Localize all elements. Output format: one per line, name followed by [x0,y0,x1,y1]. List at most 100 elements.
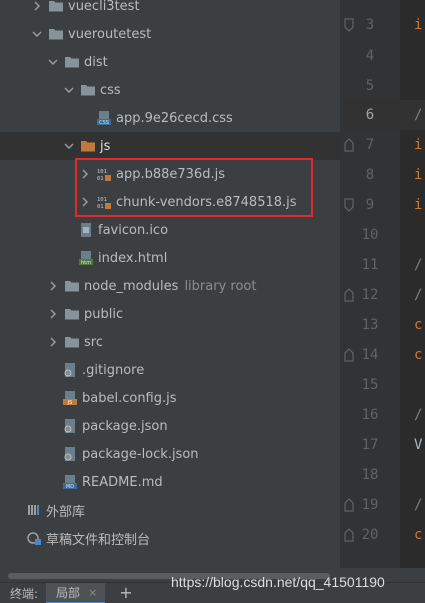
js-file-icon: JS [62,390,78,406]
code-line: c [414,317,423,333]
html-file-icon: htm [78,250,94,266]
tree-item-label: js [100,138,111,154]
tree-item-public[interactable]: public [0,300,340,328]
chevron-right-icon[interactable] [46,328,60,356]
tree-item-babel-config[interactable]: JS babel.config.js [0,384,340,412]
binary-js-file-icon: 101 01 [96,194,112,210]
fold-marker-icon[interactable] [344,198,354,212]
svg-text:htm: htm [81,260,91,266]
chevron-down-icon[interactable] [62,132,76,160]
tree-item-label: 外部库 [46,504,86,520]
watermark: https://blog.csdn.net/qq_41501190 [171,574,385,590]
tree-item-label: app.9e26cecd.css [116,110,233,126]
tree-item-app-js[interactable]: 101 01 app.b88e736d.js [0,160,340,188]
tree-item-label: vuecli3test [68,0,140,14]
tab-local[interactable]: 局部 × [46,582,106,603]
tree-item-label: public [84,306,124,322]
code-line: i [414,137,423,153]
tree-item-dist[interactable]: dist [0,48,340,76]
library-icon [26,502,42,518]
line-number: 18 [361,467,379,483]
chevron-right-icon[interactable] [46,272,60,300]
tree-item-label: package.json [82,418,168,434]
close-icon[interactable]: × [88,586,97,599]
tab-local-label: 局部 [56,585,81,600]
tree-item-index-html[interactable]: htm index.html [0,244,340,272]
json-file-icon [62,446,78,462]
scratch-icon [26,530,42,546]
code-line: / [414,257,423,273]
tree-item-label: package-lock.json [82,446,199,462]
chevron-right-icon[interactable] [46,300,60,328]
tree-item-css[interactable]: css [0,76,340,104]
line-number: 5 [365,78,375,94]
tree-item-external-libraries[interactable]: 外部库 [0,496,340,524]
folder-icon [80,82,96,98]
editor-gutter: 3 4 5 6 7 8 9 10 11 12 13 14 15 16 17 18… [340,0,400,568]
chevron-down-icon[interactable] [30,20,44,48]
tree-item-js[interactable]: js [0,132,340,160]
line-number: 11 [361,257,379,273]
line-number: 8 [365,167,375,183]
svg-text:101: 101 [97,169,107,175]
chevron-down-icon[interactable] [46,48,60,76]
tree-item-favicon[interactable]: favicon.ico [0,216,340,244]
tree-item-package-lock-json[interactable]: package-lock.json [0,440,340,468]
tree-item-label: favicon.ico [98,222,169,238]
project-tree: vuecli3test vueroutetest dist css CSS ap… [0,0,340,568]
editor-code[interactable]: i / i i i / / c c / V / c [400,0,425,568]
fold-marker-icon[interactable] [344,288,354,302]
code-line: i [414,17,423,33]
code-line: c [414,527,423,543]
tree-item-src[interactable]: src [0,328,340,356]
fold-marker-icon[interactable] [344,138,354,152]
folder-icon [64,306,80,322]
folder-icon [64,54,80,70]
tree-item-chunk-vendors-js[interactable]: 101 01 chunk-vendors.e8748518.js [0,188,340,216]
terminal-label: 终端: [10,586,39,601]
tree-item-app-css[interactable]: CSS app.9e26cecd.css [0,104,340,132]
tree-item-gitignore[interactable]: .gitignore [0,356,340,384]
line-number: 16 [361,407,379,423]
tree-item-vueroutetest[interactable]: vueroutetest [0,20,340,48]
tree-item-vuecli3test[interactable]: vuecli3test [0,0,340,20]
chevron-right-icon[interactable] [30,0,44,20]
tree-item-label: vueroutetest [68,26,152,42]
svg-text:01: 01 [97,204,104,210]
svg-text:101: 101 [97,197,107,203]
folder-icon [64,278,80,294]
fold-marker-icon[interactable] [344,528,354,542]
svg-text:CSS: CSS [99,120,109,126]
folder-icon [64,334,80,350]
tree-item-readme[interactable]: MD README.md [0,468,340,496]
add-tab-button[interactable]: + [119,585,132,601]
chevron-right-icon[interactable] [78,188,92,216]
fold-marker-icon[interactable] [344,498,354,512]
fold-marker-icon[interactable] [344,18,354,32]
markdown-file-icon: MD [62,474,78,490]
fold-marker-icon[interactable] [344,348,354,362]
tree-item-label: src [84,334,103,350]
tree-item-node-modules[interactable]: node_modules library root [0,272,340,300]
chevron-right-icon[interactable] [78,160,92,188]
binary-js-file-icon: 101 01 [96,166,112,182]
gitignore-file-icon [62,362,78,378]
tree-item-label: babel.config.js [82,390,177,406]
tree-item-label: .gitignore [82,362,145,378]
json-file-icon [62,418,78,434]
code-line: / [414,287,423,303]
tree-item-package-json[interactable]: package.json [0,412,340,440]
line-number: 10 [361,227,379,243]
folder-icon [48,0,64,14]
tree-item-label: chunk-vendors.e8748518.js [116,194,297,210]
tree-item-scratches[interactable]: 草稿文件和控制台 [0,524,340,552]
tree-item-label: node_modules [84,278,179,294]
folder-icon [48,26,64,42]
tree-item-label: dist [84,54,108,70]
folder-orange-icon [80,138,96,154]
chevron-down-icon[interactable] [62,76,76,104]
